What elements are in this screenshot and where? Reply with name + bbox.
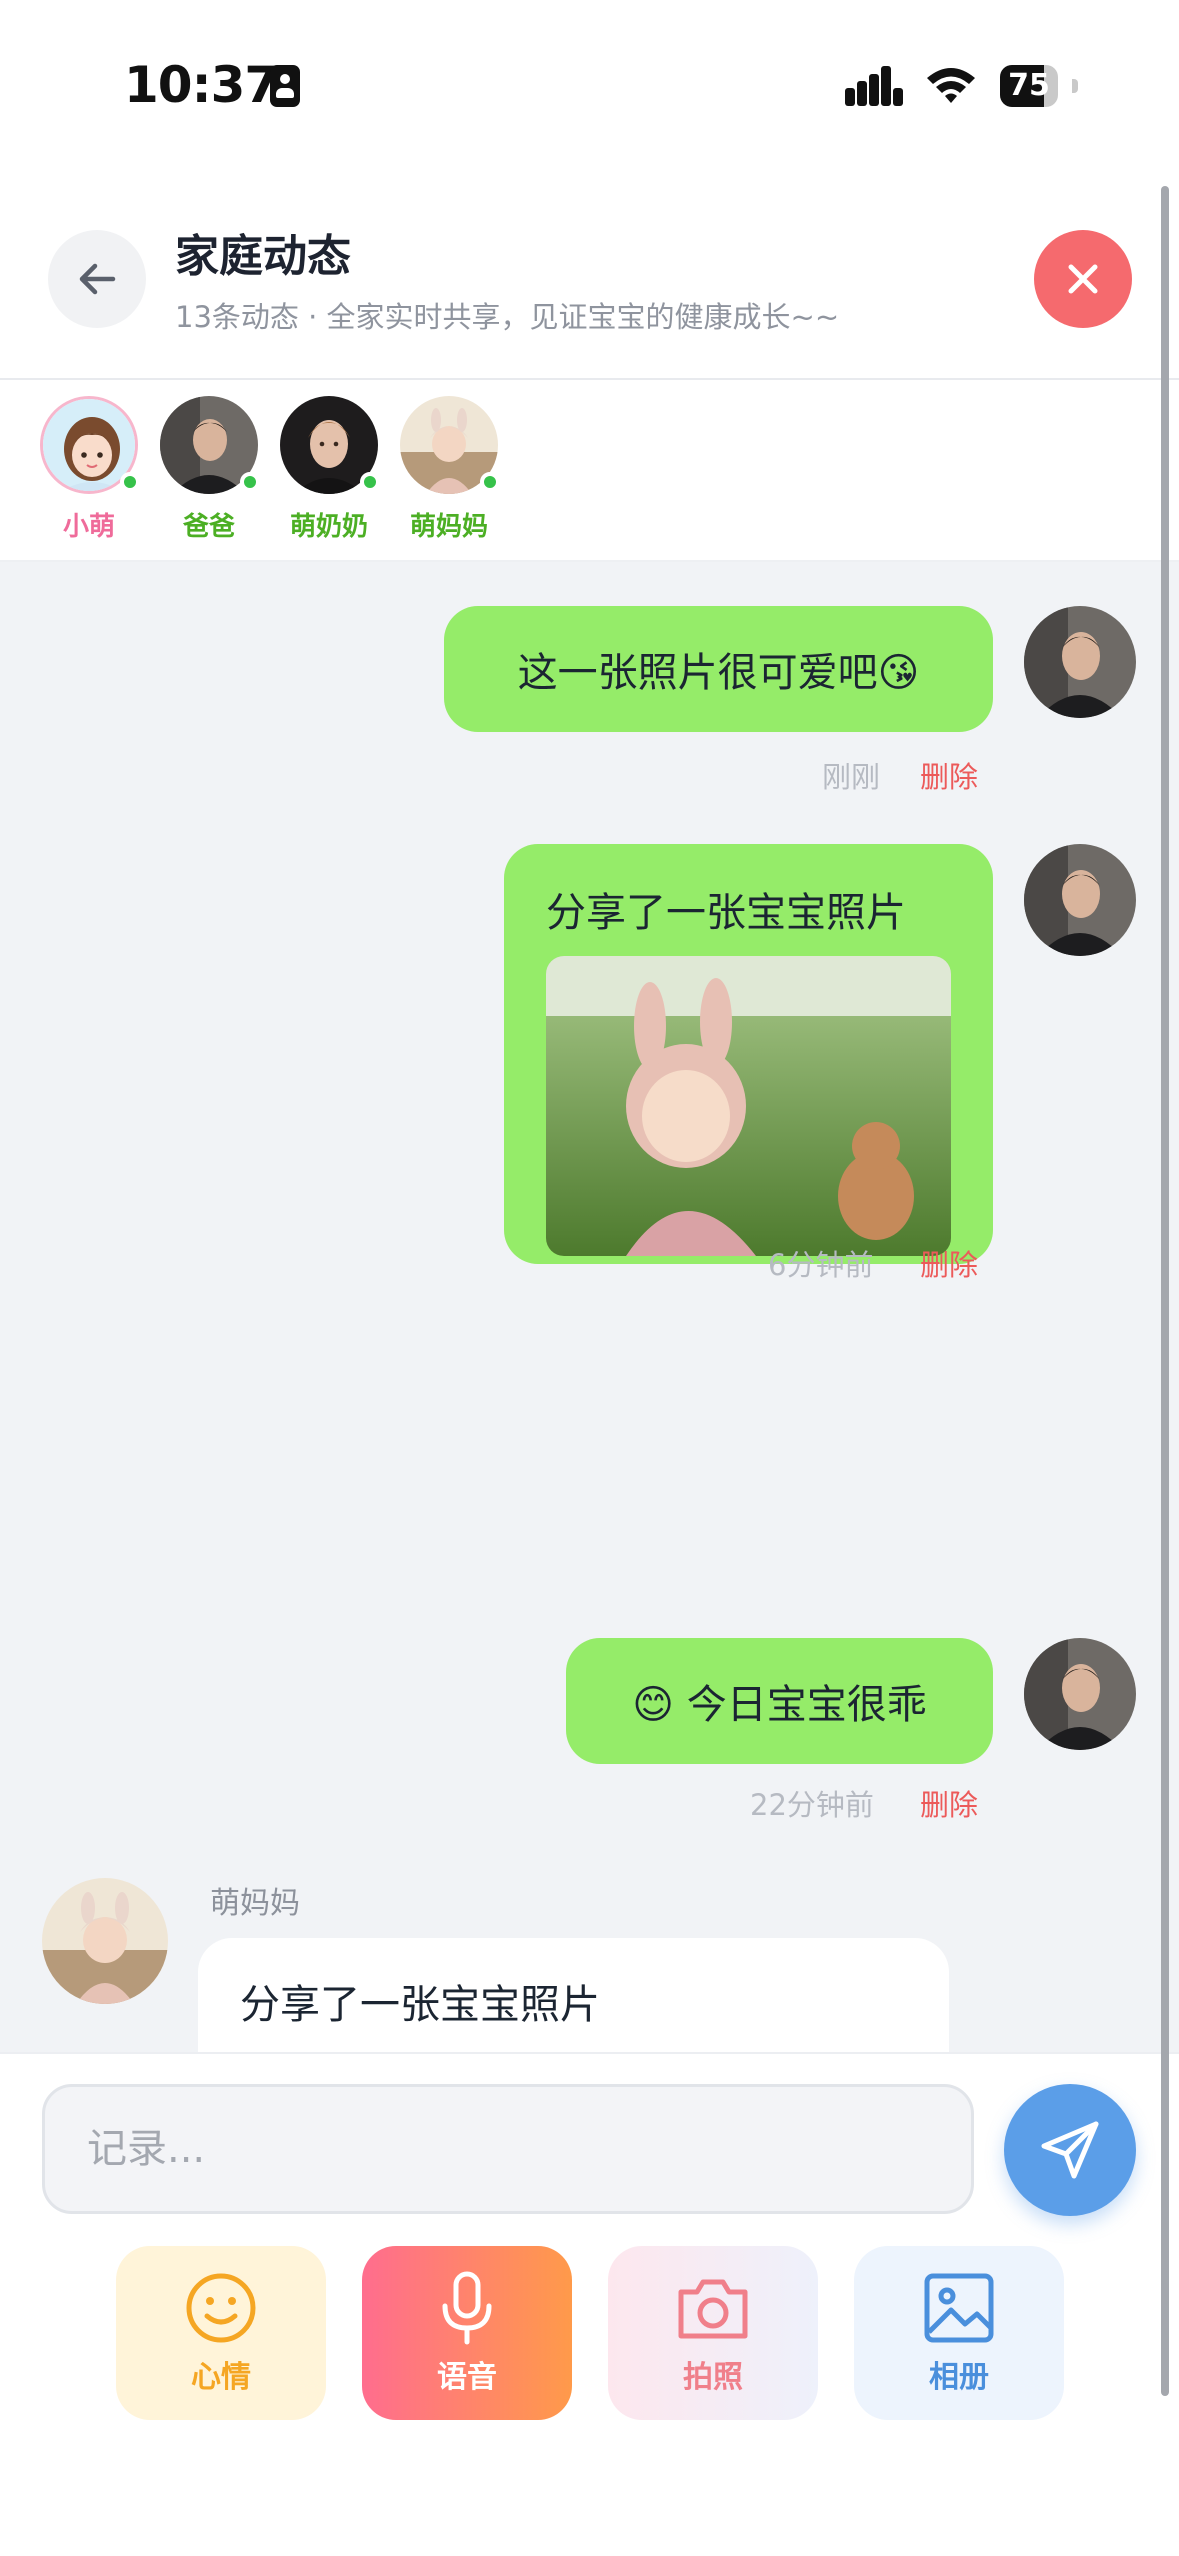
avatar	[160, 396, 260, 494]
page-title: 家庭动态	[175, 231, 351, 282]
battery-cap	[1072, 79, 1078, 93]
tool-label: 拍照	[683, 2360, 743, 2395]
delete-button[interactable]: 删除	[920, 1242, 978, 1284]
message-bubble[interactable]: 分享了一张宝宝照片	[198, 1938, 949, 2052]
header: 家庭动态 13条动态 · 全家实时共享，见证宝宝的健康成长~~	[0, 170, 1179, 380]
back-button[interactable]	[48, 230, 146, 328]
member-name: 小萌	[62, 512, 115, 542]
battery-level: 75	[1008, 68, 1050, 103]
online-status-dot	[360, 472, 380, 492]
message-text: 分享了一张宝宝照片	[546, 890, 906, 936]
online-status-dot	[240, 472, 260, 492]
camera-button[interactable]: 拍照	[608, 2246, 818, 2420]
tool-label: 语音	[437, 2360, 497, 2395]
camera-icon	[678, 2279, 748, 2339]
mood-button[interactable]: 心情	[116, 2246, 326, 2420]
send-icon	[1041, 2121, 1099, 2179]
composer: 心情 语音 拍照 相册	[0, 2052, 1179, 2556]
microphone-icon	[442, 2271, 492, 2345]
scrollbar[interactable]	[1161, 186, 1169, 2396]
family-members: 小萌 爸爸 萌奶奶 萌妈妈	[0, 380, 1179, 562]
member-name: 萌奶奶	[289, 512, 368, 542]
tool-label: 相册	[929, 2360, 989, 2395]
message-bubble[interactable]: 😊 今日宝宝很乖	[566, 1638, 993, 1764]
close-button[interactable]	[1034, 230, 1132, 328]
cellular-signal-icon	[845, 66, 903, 106]
avatar	[400, 396, 500, 494]
message-time: 6分钟前	[768, 1248, 874, 1282]
sender-name: 萌妈妈	[210, 1886, 300, 1921]
message-time: 刚刚	[822, 760, 881, 794]
message-input-box[interactable]	[42, 2084, 974, 2214]
contact-card-icon	[270, 65, 300, 107]
message-bubble[interactable]: 这一张照片很可爱吧😘	[444, 606, 993, 732]
message-text: 😊 今日宝宝很乖	[632, 1682, 927, 1728]
chat-feed[interactable]: 这一张照片很可爱吧😘 刚刚 删除 分享了一张宝宝照片 6分钟前 删除 😊 今日宝…	[0, 562, 1179, 2052]
send-button[interactable]	[1004, 2084, 1136, 2216]
avatar[interactable]	[42, 1878, 168, 2004]
status-bar: 10:37 75	[0, 0, 1179, 170]
voice-button[interactable]: 语音	[362, 2246, 572, 2420]
baby-photo[interactable]	[546, 956, 951, 1256]
member-dad[interactable]: 爸爸	[149, 396, 269, 543]
album-button[interactable]: 相册	[854, 2246, 1064, 2420]
avatar[interactable]	[1024, 606, 1136, 718]
status-time: 10:37	[124, 56, 279, 114]
message-text: 这一张照片很可爱吧😘	[517, 650, 920, 696]
avatar[interactable]	[1024, 844, 1136, 956]
message-text: 分享了一张宝宝照片	[240, 1982, 600, 2028]
member-mom[interactable]: 萌妈妈	[389, 396, 509, 543]
member-grandma[interactable]: 萌奶奶	[269, 396, 389, 543]
delete-button[interactable]: 删除	[920, 1782, 978, 1824]
wifi-icon	[927, 68, 975, 103]
online-status-dot	[120, 472, 140, 492]
online-status-dot	[480, 472, 500, 492]
avatar	[40, 396, 140, 494]
message-time: 22分钟前	[750, 1788, 874, 1822]
delete-button[interactable]: 删除	[920, 754, 978, 796]
smile-icon	[186, 2273, 256, 2343]
tool-label: 心情	[191, 2360, 251, 2395]
battery-indicator: 75	[1000, 65, 1058, 107]
message-input[interactable]	[45, 2087, 971, 2211]
close-icon	[1068, 264, 1098, 294]
member-name: 萌妈妈	[409, 512, 488, 542]
member-xiaomeng[interactable]: 小萌	[29, 396, 149, 543]
arrow-left-icon	[79, 263, 116, 295]
page-subtitle: 13条动态 · 全家实时共享，见证宝宝的健康成长~~	[175, 300, 840, 334]
image-icon	[924, 2273, 994, 2343]
avatar	[280, 396, 380, 494]
member-name: 爸爸	[182, 512, 235, 542]
avatar[interactable]	[1024, 1638, 1136, 1750]
